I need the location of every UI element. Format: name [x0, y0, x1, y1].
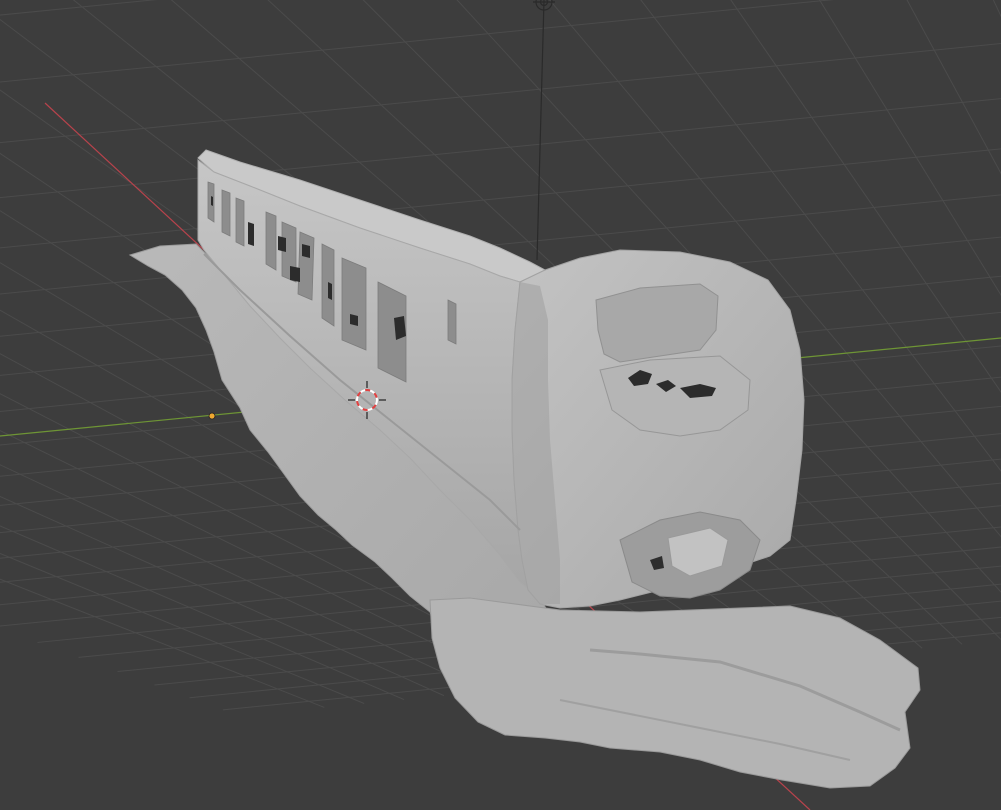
- object-origin[interactable]: [208, 412, 216, 420]
- viewport-canvas[interactable]: [0, 0, 1001, 810]
- 3d-viewport[interactable]: [0, 0, 1001, 810]
- mesh-cab-window: [595, 283, 719, 363]
